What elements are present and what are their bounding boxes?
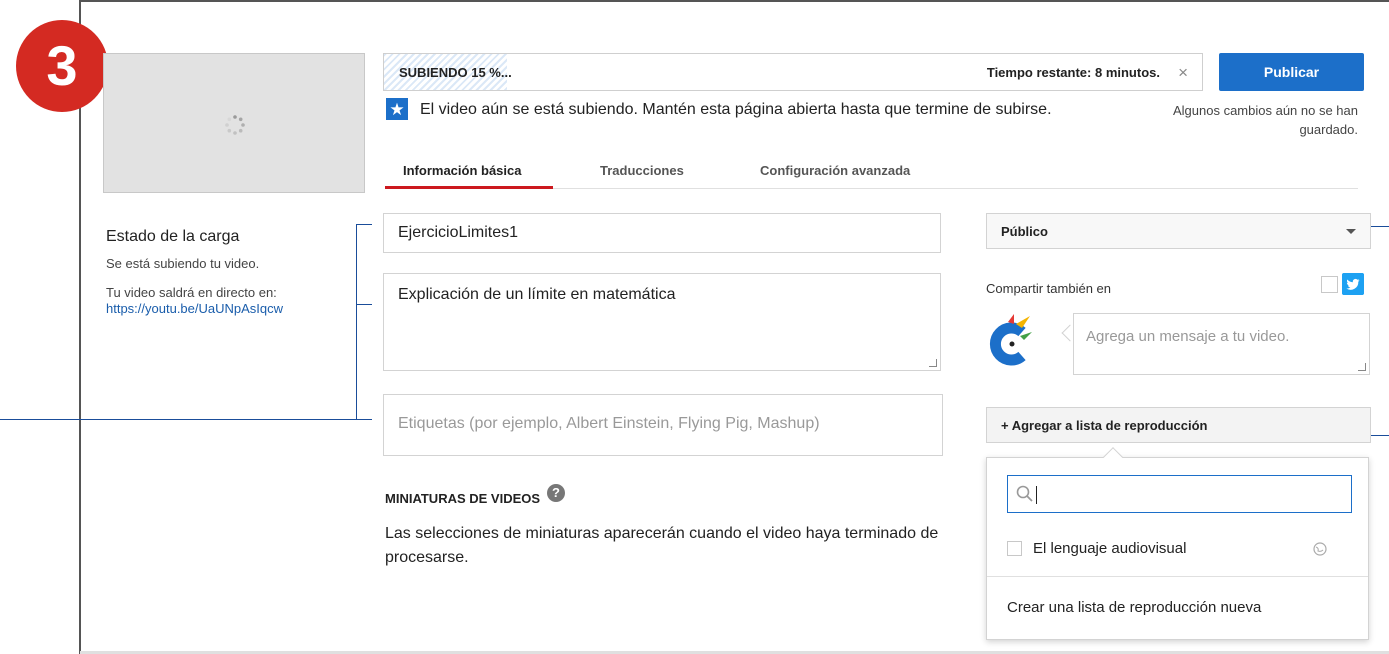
resize-handle-icon[interactable] bbox=[1358, 363, 1366, 371]
active-tab-indicator bbox=[385, 186, 553, 189]
tab-translations[interactable]: Traducciones bbox=[600, 163, 684, 178]
twitter-icon bbox=[1342, 273, 1364, 295]
cancel-upload-icon[interactable]: × bbox=[1178, 63, 1188, 83]
share-message-placeholder: Agrega un mensaje a tu video. bbox=[1086, 328, 1290, 345]
annotation-tick-privacy bbox=[1371, 226, 1389, 227]
share-message-field[interactable]: Agrega un mensaje a tu video. bbox=[1073, 313, 1370, 375]
publish-button[interactable]: Publicar bbox=[1219, 53, 1364, 91]
tags-field[interactable]: Etiquetas (por ejemplo, Albert Einstein,… bbox=[383, 394, 943, 456]
upload-status-line: Se está subiendo tu video. bbox=[106, 256, 260, 271]
annotation-bracket bbox=[356, 224, 372, 420]
video-thumbnail-placeholder bbox=[103, 53, 365, 193]
title-field[interactable]: EjercicioLimites1 bbox=[383, 213, 941, 253]
time-remaining: Tiempo restante: 8 minutos. bbox=[986, 65, 1160, 80]
playlist-item-checkbox[interactable] bbox=[1007, 541, 1022, 556]
description-field[interactable]: Explicación de un límite en matemática bbox=[383, 273, 941, 371]
privacy-select[interactable]: Público bbox=[986, 213, 1371, 249]
frame-top-border bbox=[80, 0, 1389, 2]
text-cursor bbox=[1036, 486, 1037, 504]
annotation-tick-playlist bbox=[1371, 435, 1389, 436]
globe-icon bbox=[1313, 542, 1327, 556]
playlist-item-label[interactable]: El lenguaje audiovisual bbox=[1033, 540, 1186, 557]
thumbnails-text: Las selecciones de miniaturas aparecerán… bbox=[385, 525, 939, 566]
step-number-badge: 3 bbox=[16, 20, 108, 112]
dropdown-divider bbox=[987, 576, 1368, 577]
upload-progress-bar: SUBIENDO 15 %... Tiempo restante: 8 minu… bbox=[383, 53, 1203, 91]
create-playlist-link[interactable]: Crear una lista de reproducción nueva bbox=[1007, 599, 1261, 616]
search-icon bbox=[1016, 485, 1033, 502]
tab-basic-info[interactable]: Información básica bbox=[403, 163, 521, 178]
upload-status-text: SUBIENDO 15 %... bbox=[399, 65, 512, 80]
thumbnails-title: MINIATURAS DE VIDEOS bbox=[385, 491, 541, 506]
upload-notice: El video aún se está subiendo. Mantén es… bbox=[420, 101, 1052, 118]
privacy-selected-value: Público bbox=[1001, 224, 1048, 239]
annotation-line bbox=[0, 419, 356, 420]
playlist-search-input[interactable] bbox=[1007, 475, 1352, 513]
channel-avatar bbox=[989, 314, 1032, 366]
live-label: Tu video saldrá en directo en: bbox=[106, 285, 277, 300]
resize-handle-icon[interactable] bbox=[929, 359, 937, 367]
help-icon[interactable]: ? bbox=[547, 484, 565, 502]
video-link[interactable]: https://youtu.be/UaUNpAsIqcw bbox=[106, 301, 283, 316]
chevron-down-icon bbox=[1346, 229, 1356, 234]
upload-status-title: Estado de la carga bbox=[106, 228, 240, 245]
annotation-bracket-mid bbox=[356, 304, 372, 305]
share-twitter-checkbox[interactable] bbox=[1321, 276, 1338, 293]
share-label: Compartir también en bbox=[986, 281, 1111, 296]
add-to-playlist-button[interactable]: + Agregar a lista de reproducción bbox=[986, 407, 1371, 443]
tab-advanced-settings[interactable]: Configuración avanzada bbox=[760, 163, 910, 178]
unsaved-changes-note: Algunos cambios aún no se han guardado. bbox=[1172, 103, 1358, 137]
loading-spinner-icon bbox=[225, 115, 245, 135]
description-text: Explicación de un límite en matemática bbox=[398, 286, 676, 303]
star-icon: ★ bbox=[386, 98, 408, 120]
playlist-dropdown: El lenguaje audiovisual Crear una lista … bbox=[986, 457, 1369, 640]
